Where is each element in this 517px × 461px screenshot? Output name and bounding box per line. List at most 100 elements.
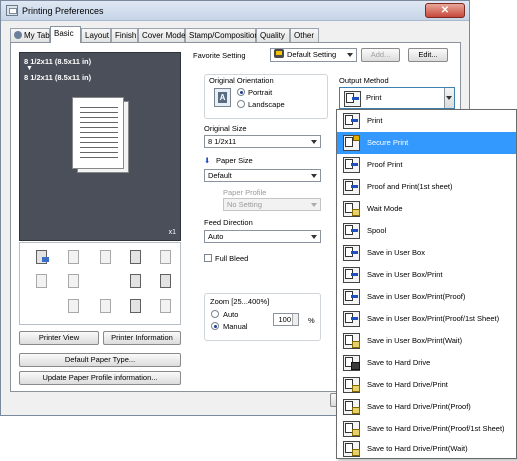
favorite-setting-select[interactable]: Default Setting xyxy=(270,48,357,62)
preview-original-size: 8 1/2x11 (8.5x11 in) xyxy=(24,57,92,66)
output-option-proof-and-print[interactable]: Proof and Print(1st sheet) xyxy=(337,176,516,198)
output-option-user-box-proof-first[interactable]: Save in User Box/Print(Proof/1st Sheet) xyxy=(337,308,516,330)
copies-count: x1 xyxy=(168,229,176,236)
output-method-dropdown-list[interactable]: Print Secure Print Proof Print Proof and… xyxy=(336,109,517,459)
collate-icon[interactable] xyxy=(128,249,146,266)
full-bleed-checkbox[interactable] xyxy=(204,254,212,262)
hard-drive-icon xyxy=(343,354,361,371)
output-option-hard-drive-wait[interactable]: Save to Hard Drive/Print(Wait) xyxy=(337,438,516,460)
output-option-proof-print[interactable]: Proof Print xyxy=(337,154,516,176)
tab-basic[interactable]: Basic xyxy=(50,26,81,43)
booklet-icon[interactable] xyxy=(66,273,84,290)
tab-other[interactable]: Other xyxy=(290,28,319,42)
add-favorite-button[interactable]: Add... xyxy=(361,48,400,62)
output-option-hard-drive-proof[interactable]: Save to Hard Drive/Print(Proof) xyxy=(337,396,516,418)
staple-icon[interactable] xyxy=(66,249,84,266)
orientation-letter: A xyxy=(218,92,227,103)
paper-profile-label: Paper Profile xyxy=(223,188,267,197)
paper-profile-select[interactable]: No Setting xyxy=(223,198,321,211)
feed-direction-select[interactable]: Auto xyxy=(204,230,321,243)
chevron-down-icon xyxy=(311,140,317,144)
duplex-icon[interactable] xyxy=(98,249,116,266)
portrait-label: Portrait xyxy=(248,88,273,97)
output-option-secure-print[interactable]: Secure Print xyxy=(337,132,516,154)
landscape-radio[interactable] xyxy=(237,100,245,108)
output-option-hard-drive-print[interactable]: Save to Hard Drive/Print xyxy=(337,374,516,396)
edit-favorite-button[interactable]: Edit... xyxy=(408,48,448,62)
fold-icon[interactable] xyxy=(128,273,146,290)
portrait-radio[interactable] xyxy=(237,88,245,96)
output-method-icon[interactable] xyxy=(34,249,52,266)
user-box-print-icon xyxy=(343,266,361,283)
proof-print-icon xyxy=(343,156,361,173)
tab-stamp-composition[interactable]: Stamp/Composition xyxy=(185,28,259,42)
spin-arrows-icon[interactable] xyxy=(292,314,298,325)
output-option-user-box[interactable]: Save in User Box xyxy=(337,242,516,264)
output-option-wait-mode[interactable]: Wait Mode xyxy=(337,198,516,220)
close-button[interactable]: ✕ xyxy=(425,3,465,18)
option-label: Save in User Box xyxy=(367,248,425,257)
output-method-select[interactable]: Print xyxy=(339,87,455,109)
tab-finish[interactable]: Finish xyxy=(111,28,138,42)
feed-direction-value: Auto xyxy=(208,232,224,241)
option-label: Save to Hard Drive/Print(Wait) xyxy=(367,444,468,453)
output-option-hard-drive[interactable]: Save to Hard Drive xyxy=(337,352,516,374)
tab-label: Quality xyxy=(260,31,285,40)
output-option-user-box-print[interactable]: Save in User Box/Print xyxy=(337,264,516,286)
original-size-label: Original Size xyxy=(204,124,247,133)
original-size-value: 8 1/2x11 xyxy=(208,137,237,146)
user-box-proof-first-icon xyxy=(343,310,361,327)
chevron-down-icon xyxy=(311,203,317,207)
update-paper-profile-button[interactable]: Update Paper Profile information... xyxy=(19,371,181,385)
combination-icon[interactable] xyxy=(34,273,52,290)
chevron-down-icon xyxy=(446,96,452,100)
output-option-print[interactable]: Print xyxy=(337,110,516,132)
window-title: Printing Preferences xyxy=(22,6,104,16)
output-option-hard-drive-proof-first[interactable]: Save to Hard Drive/Print(Proof/1st Sheet… xyxy=(337,418,516,440)
zoom-value: 100 xyxy=(278,315,291,324)
tab-my-tab[interactable]: My Tab xyxy=(10,28,50,42)
option-label: Wait Mode xyxy=(367,204,403,213)
tab-quality[interactable]: Quality xyxy=(256,28,290,42)
dropdown-toggle[interactable] xyxy=(444,88,454,108)
offset-icon[interactable] xyxy=(158,249,176,266)
tab-label: My Tab xyxy=(24,31,50,40)
title-bar: Printing Preferences ✕ xyxy=(1,1,469,21)
output-method-value: Print xyxy=(366,93,382,102)
paper-size-value: Default xyxy=(208,171,232,180)
default-paper-type-button[interactable]: Default Paper Type... xyxy=(19,353,181,367)
zoom-auto-radio[interactable] xyxy=(211,310,219,318)
bind-direction-icon[interactable] xyxy=(158,273,176,290)
paper-size-select[interactable]: Default xyxy=(204,169,321,182)
print-preview: 8 1/2x11 (8.5x11 in) ▼ 8 1/2x11 (8.5x11 … xyxy=(19,52,181,241)
user-box-icon xyxy=(343,244,361,261)
chevron-down-icon xyxy=(347,53,353,57)
watermark-icon[interactable] xyxy=(66,298,84,315)
paper-profile-value: No Setting xyxy=(227,200,263,209)
favorite-setting-value: Default Setting xyxy=(287,50,337,59)
full-bleed-label: Full Bleed xyxy=(215,254,249,263)
printer-information-button[interactable]: Printer Information xyxy=(103,331,181,345)
user-box-wait-icon xyxy=(343,332,361,349)
zoom-manual-radio[interactable] xyxy=(211,322,219,330)
output-option-user-box-wait[interactable]: Save in User Box/Print(Wait) xyxy=(337,330,516,352)
option-label: Save to Hard Drive/Print(Proof/1st Sheet… xyxy=(367,424,505,433)
output-option-spool[interactable]: Spool xyxy=(337,220,516,242)
chevron-down-icon xyxy=(311,235,317,239)
output-option-user-box-proof[interactable]: Save in User Box/Print(Proof) xyxy=(337,286,516,308)
printer-view-button[interactable]: Printer View xyxy=(19,331,99,345)
feed-direction-label: Feed Direction xyxy=(204,218,253,227)
option-label: Save in User Box/Print(Wait) xyxy=(367,336,463,345)
cover-sheet-icon[interactable] xyxy=(98,298,116,315)
original-orientation-label: Original Orientation xyxy=(209,76,274,85)
punch-icon[interactable] xyxy=(128,298,146,315)
zoom-label: Zoom [25...400%] xyxy=(210,297,270,306)
zoom-unit: % xyxy=(308,316,315,325)
wait-mode-icon xyxy=(343,200,361,217)
favorite-setting-label: Favorite Setting xyxy=(193,51,246,60)
tab-cover-mode[interactable]: Cover Mode xyxy=(138,28,186,42)
zoom-value-stepper[interactable]: 100 xyxy=(273,313,299,326)
page-margin-icon[interactable] xyxy=(158,298,176,315)
original-size-select[interactable]: 8 1/2x11 xyxy=(204,135,321,148)
tab-layout[interactable]: Layout xyxy=(81,28,111,42)
